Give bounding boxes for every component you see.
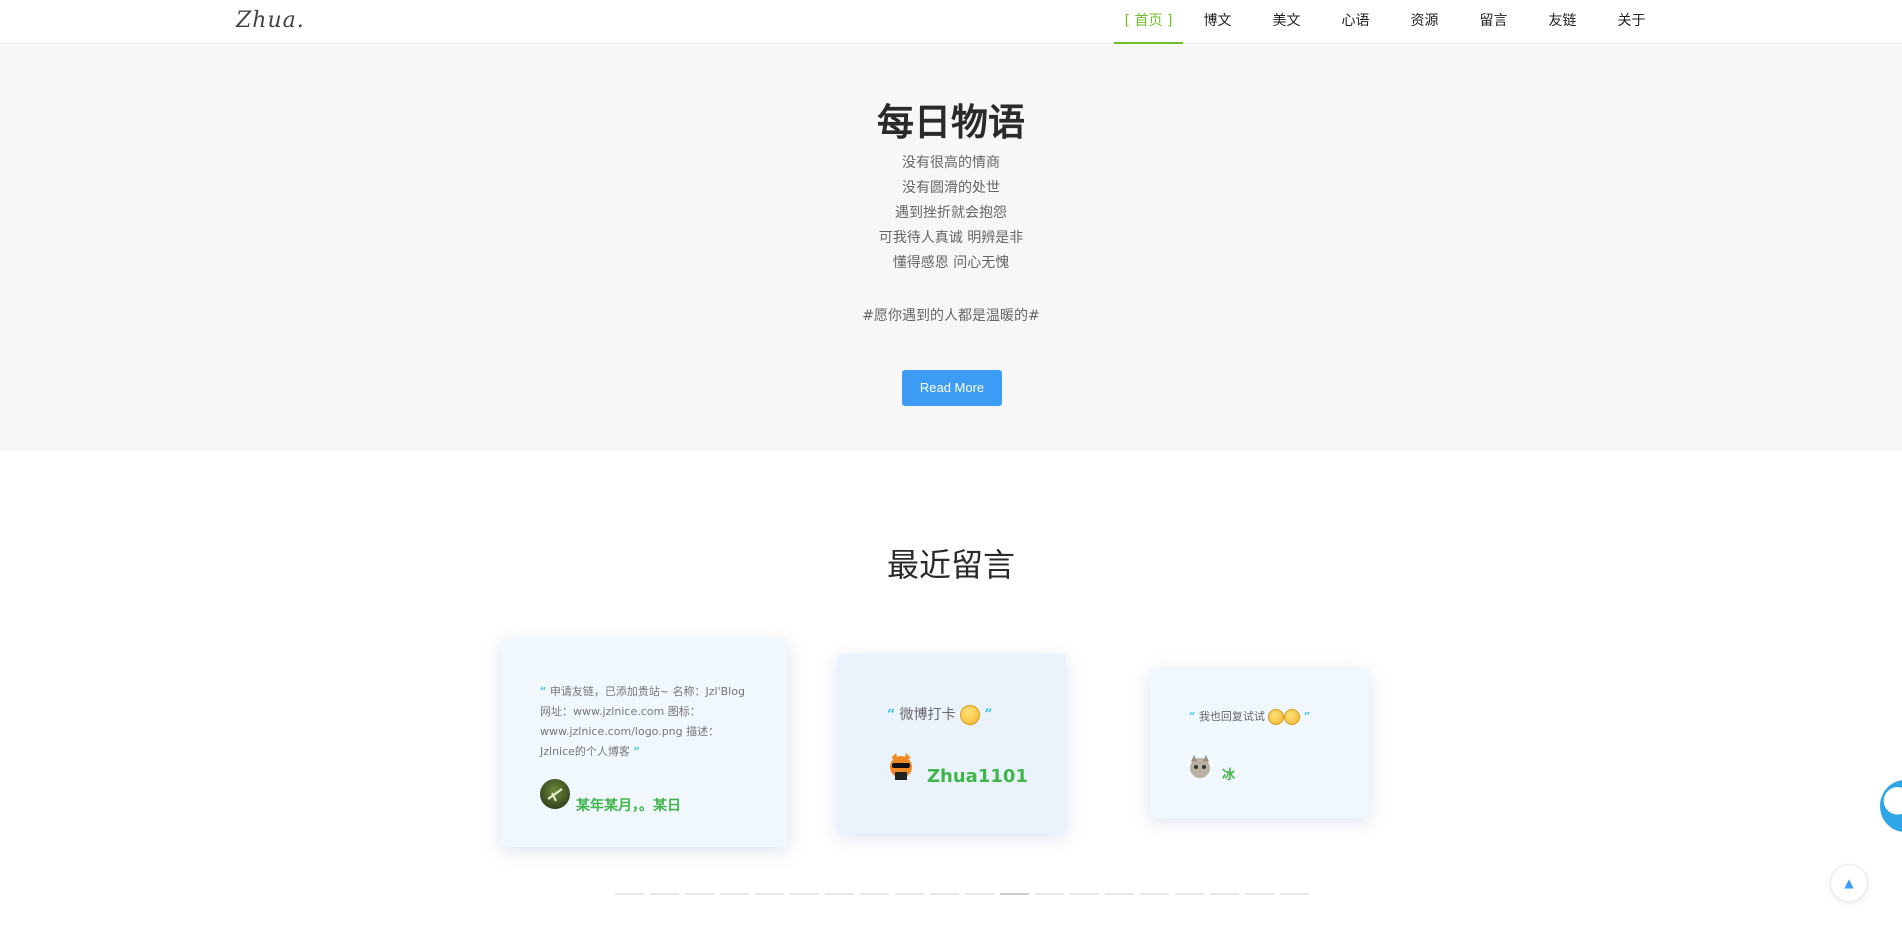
avatar (540, 779, 570, 809)
hero-line: 没有很高的情商 (902, 155, 1000, 171)
comment-author[interactable]: 冰 (1222, 764, 1235, 783)
pager-dot[interactable] (685, 893, 714, 895)
open-quote-icon: “ (540, 685, 547, 698)
comment-body: 我也回复试试 (1198, 710, 1265, 723)
open-quote-icon: “ (1189, 710, 1196, 723)
main-nav: [ 首页 ] 博文 美文 心语 资源 留言 友链 关于 (1114, 0, 1666, 44)
pager-dot[interactable] (1000, 893, 1029, 895)
avatar (885, 750, 917, 782)
site-header: Zhua. [ 首页 ] 博文 美文 心语 资源 留言 友链 关于 (0, 0, 1902, 44)
nav-item-friend-links[interactable]: 友链 (1528, 0, 1597, 44)
site-logo[interactable]: Zhua. (236, 8, 305, 33)
pager-dot[interactable] (1210, 893, 1239, 895)
comment-text: “ 申请友链，已添加贵站~ 名称：Jzl'Blog 网址：www.jzlnice… (540, 682, 750, 762)
hero-section: 每日物语 没有很高的情商 没有圆滑的处世 遇到挫折就会抱怨 可我待人真诚 明辨是… (0, 45, 1902, 451)
close-quote-icon: ” (633, 745, 640, 758)
pager-dot[interactable] (1175, 893, 1204, 895)
pager-dot[interactable] (930, 893, 959, 895)
pager-dot[interactable] (860, 893, 889, 895)
nav-item-home[interactable]: [ 首页 ] (1114, 0, 1183, 44)
pager-dot[interactable] (825, 893, 854, 895)
close-quote-icon: ” (1303, 710, 1311, 723)
pager-dot[interactable] (965, 893, 994, 895)
pager-dot[interactable] (895, 893, 924, 895)
hero-title: 每日物语 (877, 101, 1025, 144)
pager-dot[interactable] (1280, 893, 1309, 895)
nav-item-about[interactable]: 关于 (1597, 0, 1666, 44)
pager-dot[interactable] (755, 893, 784, 895)
hero-line: 懂得感恩 问心无愧 (892, 255, 1010, 271)
smile-emoji-icon (1268, 709, 1285, 725)
nav-item-articles[interactable]: 博文 (1183, 0, 1252, 44)
nav-item-essays[interactable]: 美文 (1252, 0, 1321, 44)
close-quote-icon: ” (984, 707, 993, 723)
pager-dot[interactable] (1070, 893, 1099, 895)
mascot-widget-icon[interactable] (1880, 780, 1902, 832)
pager-dot[interactable] (1245, 893, 1274, 895)
pager-dot[interactable] (1105, 893, 1134, 895)
read-more-button[interactable]: Read More (902, 370, 1002, 406)
pager-dot[interactable] (650, 893, 679, 895)
pager-dot[interactable] (1035, 893, 1064, 895)
comment-text: “ 我也回复试试 ” (1189, 708, 1349, 725)
hero-poem: 没有很高的情商 没有圆滑的处世 遇到挫折就会抱怨 可我待人真诚 明辨是非 懂得感… (0, 151, 1902, 276)
hero-line: 没有圆滑的处世 (902, 180, 1000, 196)
open-quote-icon: “ (887, 707, 896, 723)
hero-line: 遇到挫折就会抱怨 (895, 205, 1007, 221)
comment-body: 申请友链，已添加贵站~ 名称：Jzl'Blog 网址：www.jzlnice.c… (540, 685, 745, 758)
nav-item-resources[interactable]: 资源 (1390, 0, 1459, 44)
comment-text: “ 微博打卡 ” (887, 704, 1047, 725)
pager-dot[interactable] (615, 893, 644, 895)
pager-dot[interactable] (790, 893, 819, 895)
pager-dot[interactable] (720, 893, 749, 895)
avatar (1185, 752, 1215, 782)
hero-line: 可我待人真诚 明辨是非 (878, 230, 1024, 246)
hero-hashtag: #愿你遇到的人都是温暖的# (862, 308, 1040, 324)
comment-card[interactable]: “ 微博打卡 ” Zhua1101 (837, 654, 1066, 834)
carousel-pager (615, 893, 1309, 895)
comment-author[interactable]: 某年某月，。某日 (576, 795, 681, 815)
grin-emoji-icon (959, 705, 980, 725)
back-to-top-button[interactable]: ▲ (1830, 864, 1868, 902)
comment-author[interactable]: Zhua1101 (927, 766, 1028, 787)
comment-body: 微博打卡 (899, 707, 956, 723)
comment-card[interactable]: “ 申请友链，已添加贵站~ 名称：Jzl'Blog 网址：www.jzlnice… (501, 639, 788, 847)
nav-item-thoughts[interactable]: 心语 (1321, 0, 1390, 44)
pager-dot[interactable] (1140, 893, 1169, 895)
smile-emoji-icon (1284, 709, 1301, 725)
comment-card[interactable]: “ 我也回复试试 ” 冰 (1150, 668, 1369, 818)
nav-item-messages[interactable]: 留言 (1459, 0, 1528, 44)
recent-comments-title: 最近留言 (886, 546, 1015, 584)
